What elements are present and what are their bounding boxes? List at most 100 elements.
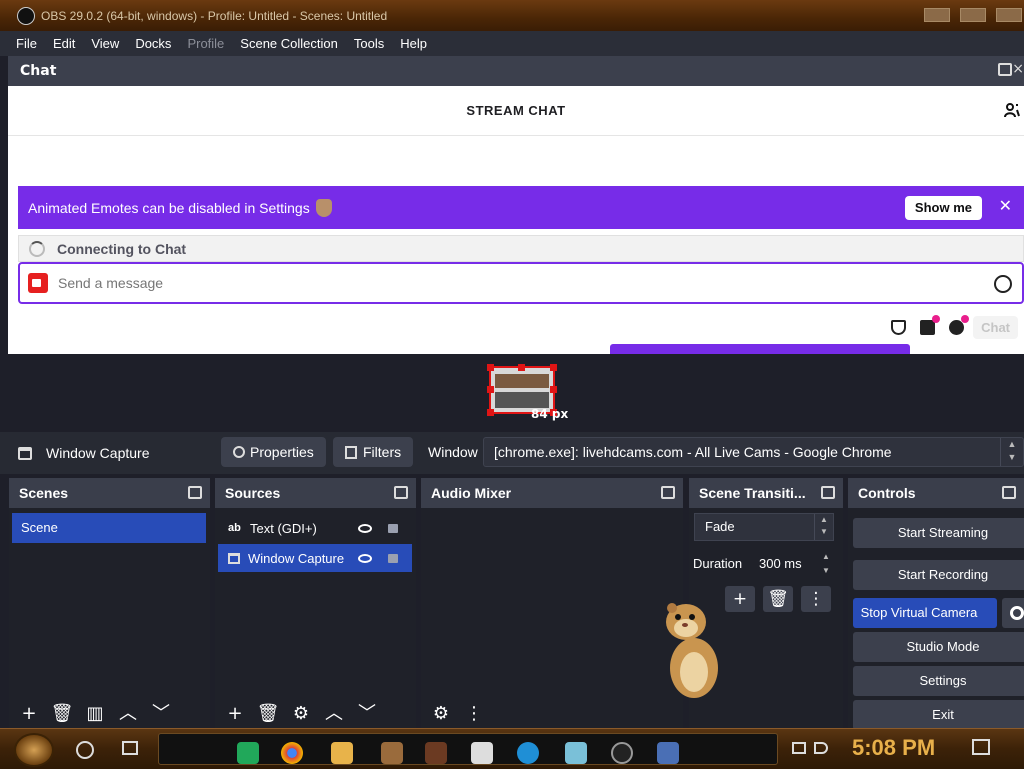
close-button[interactable]: [996, 8, 1022, 22]
move-up-button[interactable]: ︿: [321, 703, 347, 725]
chevron-updown-icon[interactable]: ▲ ▼: [1000, 438, 1023, 466]
shield-icon[interactable]: [891, 320, 906, 335]
float-dock-icon[interactable]: [998, 63, 1012, 76]
remove-transition-button[interactable]: 🗑: [763, 586, 793, 612]
window-icon: [18, 446, 32, 460]
notes-app-icon[interactable]: [237, 742, 259, 764]
show-me-button[interactable]: Show me: [904, 196, 982, 220]
resize-handle[interactable]: [550, 364, 557, 371]
cart-icon[interactable]: [920, 315, 940, 335]
chat-message-input[interactable]: Send a message: [18, 262, 1024, 304]
stream-chat-header: STREAM CHAT: [8, 86, 1024, 136]
app-icon[interactable]: [381, 742, 403, 764]
settings-button[interactable]: Settings: [853, 666, 1024, 696]
menu-tools[interactable]: Tools: [346, 36, 392, 51]
close-banner-icon[interactable]: ✕: [999, 196, 1012, 216]
properties-button[interactable]: Properties: [221, 437, 326, 467]
file-explorer-icon[interactable]: [331, 742, 353, 764]
resize-handle[interactable]: [487, 386, 494, 393]
add-transition-button[interactable]: +: [725, 586, 755, 612]
transition-menu-button[interactable]: ⋮: [801, 586, 831, 612]
virtual-camera-settings-button[interactable]: [1002, 598, 1024, 628]
camera-icon[interactable]: [28, 273, 48, 293]
chevron-updown-icon[interactable]: ▲ ▼: [814, 514, 833, 540]
eye-icon[interactable]: [358, 524, 372, 533]
emoji-icon[interactable]: [994, 275, 1012, 293]
emote-icon: [315, 198, 332, 217]
scene-item[interactable]: Scene: [12, 513, 206, 543]
obs-taskbar-icon[interactable]: [611, 742, 633, 764]
chevron-updown-icon[interactable]: ▲ ▼: [817, 550, 835, 578]
resize-handle[interactable]: [518, 364, 525, 371]
float-dock-icon[interactable]: [1002, 486, 1016, 499]
window-select[interactable]: [chrome.exe]: livehdcams.com - All Live …: [483, 437, 1024, 467]
duration-spinbox[interactable]: 300 ms ▲ ▼: [749, 550, 835, 578]
app-icon[interactable]: [425, 742, 447, 764]
start-streaming-button[interactable]: Start Streaming: [853, 518, 1024, 548]
resize-handle[interactable]: [550, 386, 557, 393]
preview-canvas[interactable]: 84 px: [0, 354, 1024, 432]
menu-scene-collection[interactable]: Scene Collection: [232, 36, 346, 51]
remove-source-button[interactable]: 🗑: [255, 703, 281, 725]
mixer-menu-button[interactable]: ⋮: [461, 703, 487, 725]
menu-help[interactable]: Help: [392, 36, 435, 51]
source-label: Text (GDI+): [250, 520, 317, 536]
app-icon[interactable]: [565, 742, 587, 764]
stop-virtual-camera-button[interactable]: Stop Virtual Camera: [853, 598, 997, 628]
maximize-button[interactable]: [960, 8, 986, 22]
menu-edit[interactable]: Edit: [45, 36, 83, 51]
app-icon[interactable]: [471, 742, 493, 764]
volume-muted-icon[interactable]: [814, 742, 828, 754]
users-icon[interactable]: [1004, 102, 1020, 118]
menu-docks[interactable]: Docks: [127, 36, 179, 51]
float-dock-icon[interactable]: [188, 486, 202, 499]
add-scene-button[interactable]: +: [16, 703, 42, 725]
clock[interactable]: 5:08 PM: [852, 735, 935, 761]
source-properties-button[interactable]: ⚙: [288, 703, 314, 725]
menu-file[interactable]: File: [0, 36, 45, 51]
eye-icon[interactable]: [358, 554, 372, 563]
minimize-button[interactable]: [924, 8, 950, 22]
window-capture-thumbnail[interactable]: [489, 366, 555, 414]
edge-icon[interactable]: [517, 742, 539, 764]
source-toolbar: Window Capture Properties Filters Window…: [0, 432, 1024, 474]
menu-view[interactable]: View: [83, 36, 127, 51]
network-icon[interactable]: [792, 742, 806, 754]
move-up-button[interactable]: ︿: [115, 703, 141, 725]
studio-mode-button[interactable]: Studio Mode: [853, 632, 1024, 662]
move-down-button[interactable]: ﹀: [354, 703, 380, 725]
float-dock-icon[interactable]: [661, 486, 675, 499]
lock-icon[interactable]: [388, 554, 398, 563]
controls-dock: Controls Start Streaming Start Recording…: [848, 478, 1024, 730]
scene-filters-button[interactable]: ▥: [82, 703, 108, 725]
settings-gear-icon[interactable]: [949, 315, 969, 335]
lock-icon[interactable]: [388, 524, 398, 533]
float-dock-icon[interactable]: [394, 486, 408, 499]
menu-bar: File Edit View Docks Profile Scene Colle…: [0, 31, 1024, 56]
chat-dock-header: Chat ×: [8, 56, 1024, 86]
transition-select[interactable]: Fade ▲ ▼: [694, 513, 834, 541]
advanced-audio-button[interactable]: ⚙: [428, 703, 454, 725]
move-down-button[interactable]: ﹀: [148, 703, 174, 725]
resize-handle[interactable]: [487, 364, 494, 371]
remove-scene-button[interactable]: 🗑: [49, 703, 75, 725]
sources-title: Sources: [225, 485, 281, 501]
float-dock-icon[interactable]: [821, 486, 835, 499]
start-button[interactable]: [14, 733, 54, 767]
close-dock-icon[interactable]: ×: [1012, 61, 1024, 77]
audio-mixer-dock: Audio Mixer ⚙ ⋮: [421, 478, 683, 728]
resize-handle[interactable]: [487, 409, 494, 416]
gear-icon: [233, 446, 245, 458]
chrome-icon[interactable]: [281, 742, 303, 764]
source-item-text[interactable]: ab Text (GDI+): [218, 514, 412, 542]
source-item-window-capture[interactable]: Window Capture: [218, 544, 412, 572]
start-recording-button[interactable]: Start Recording: [853, 560, 1024, 590]
chat-send-button[interactable]: Chat: [973, 316, 1018, 339]
filters-button[interactable]: Filters: [333, 437, 414, 467]
add-source-button[interactable]: +: [222, 703, 248, 725]
task-view-icon[interactable]: [122, 741, 138, 755]
app-icon[interactable]: [657, 742, 679, 764]
notifications-icon[interactable]: [972, 739, 990, 755]
exit-button[interactable]: Exit: [853, 700, 1024, 730]
search-icon[interactable]: [76, 741, 94, 759]
